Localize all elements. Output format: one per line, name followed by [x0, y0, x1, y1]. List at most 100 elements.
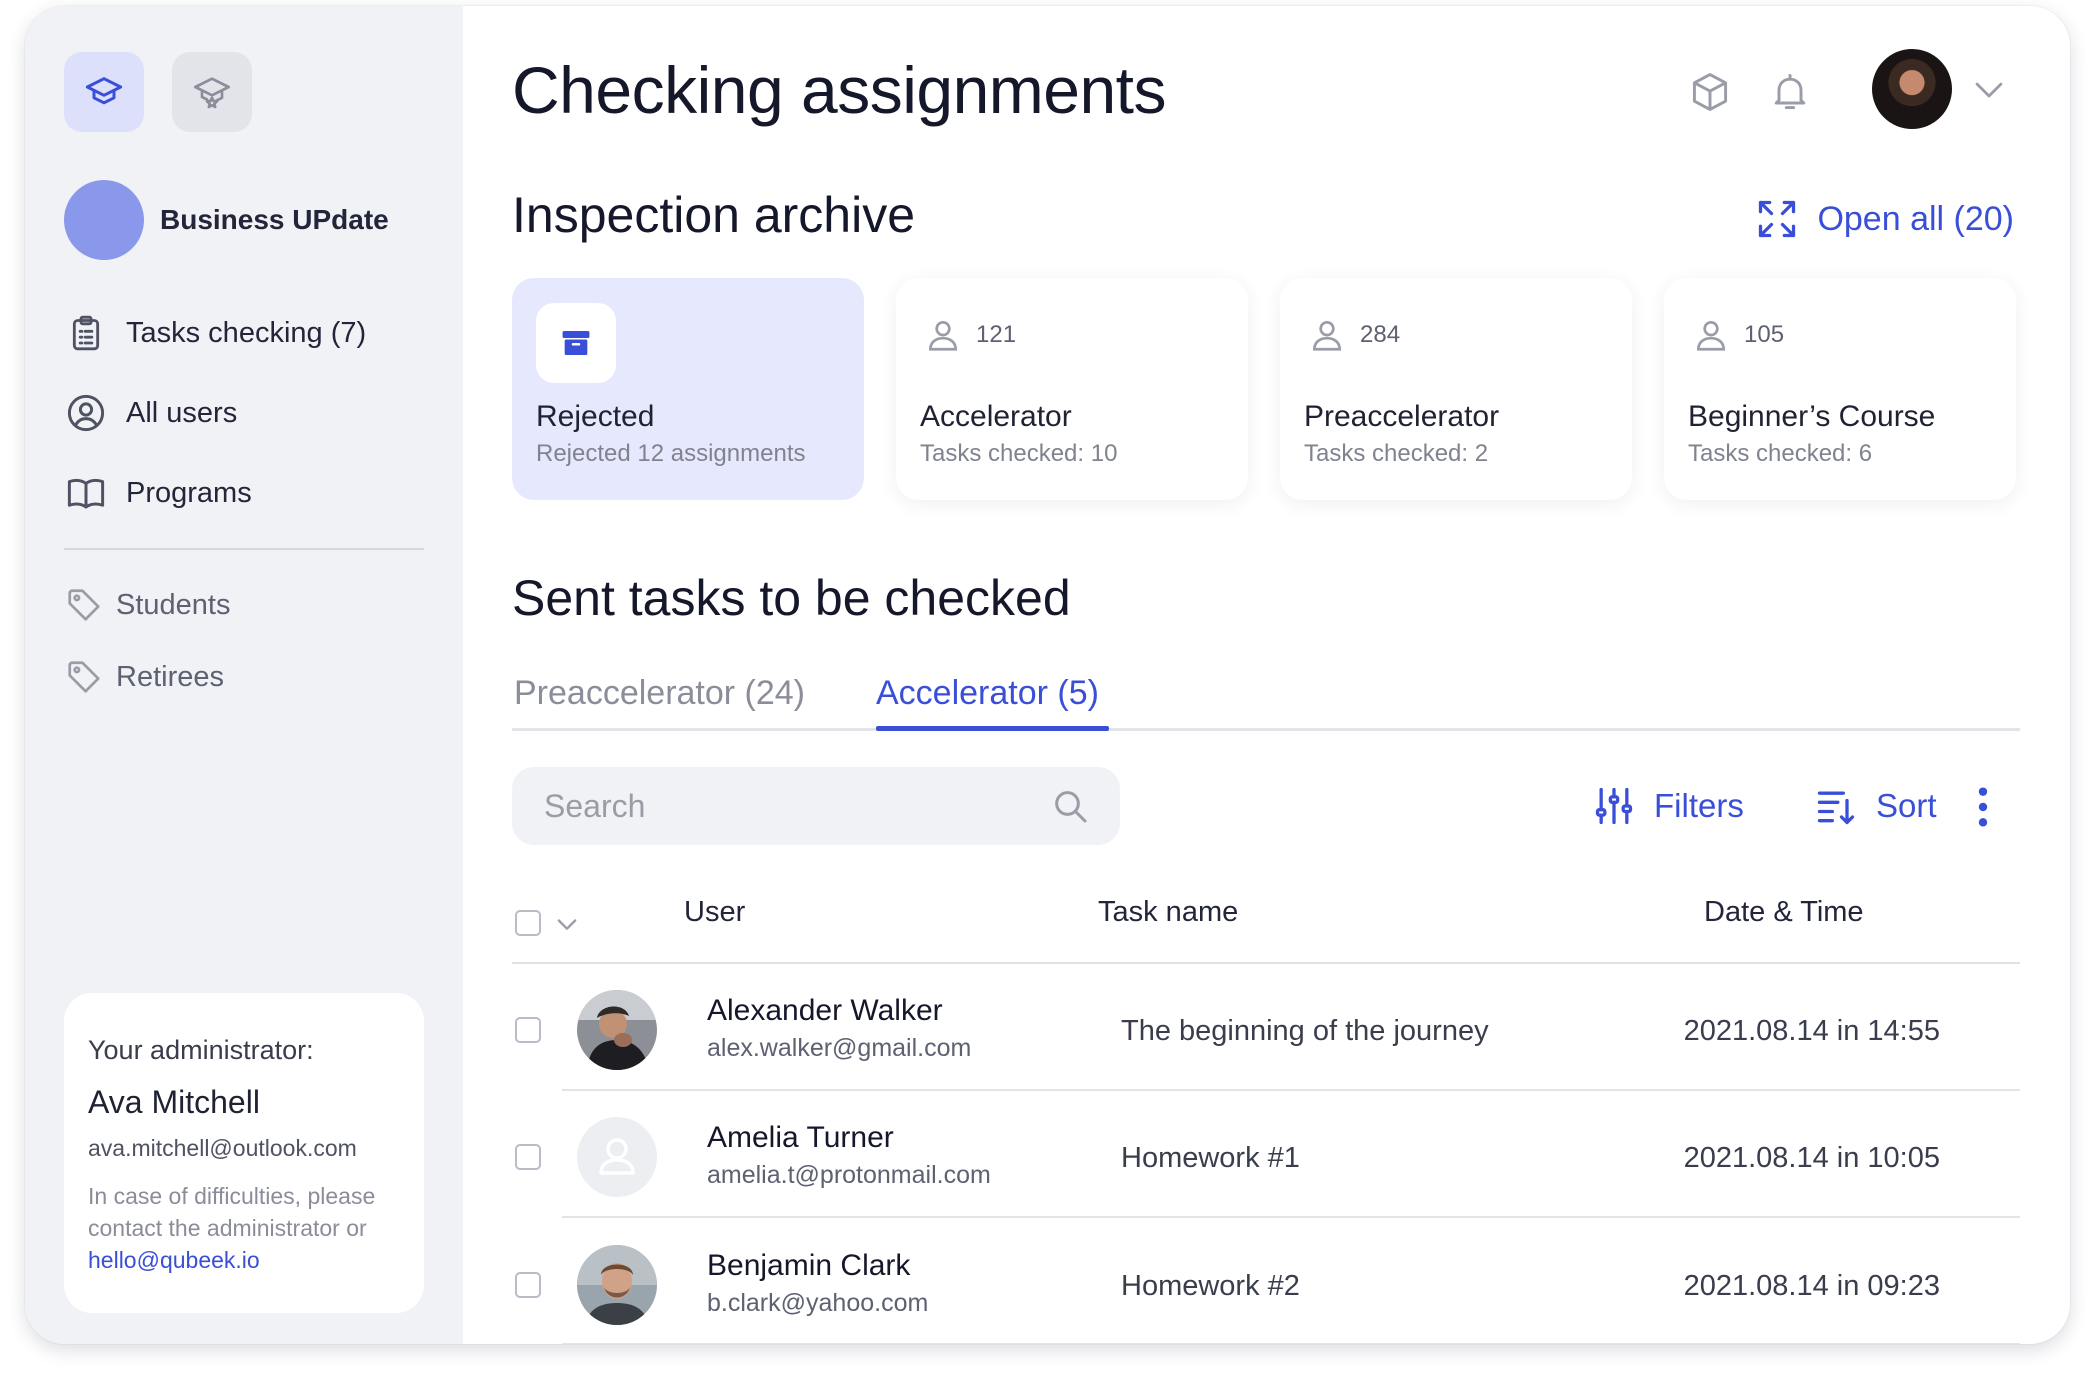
user-email: b.clark@yahoo.com: [707, 1289, 929, 1317]
avatar: [577, 1245, 657, 1325]
cube-icon[interactable]: [1686, 68, 1734, 116]
chevron-down-icon[interactable]: [1969, 72, 2009, 108]
date-time: 2021.08.14 in 14:55: [1683, 1015, 1940, 1047]
column-task-name[interactable]: Task name: [1098, 896, 1238, 929]
nav-label: Tasks checking (7): [126, 316, 367, 349]
book-icon: [64, 471, 108, 515]
card-subtitle: Rejected 12 assignments: [536, 440, 806, 467]
tag-icon: [64, 583, 104, 627]
admin-help-note: In case of difficulties, please contact …: [88, 1183, 376, 1241]
user-name: Alexander Walker: [707, 994, 943, 1027]
card-title: Beginner’s Course: [1688, 400, 1936, 433]
open-all-button[interactable]: Open all (20): [1755, 197, 2014, 241]
card-count-value: 105: [1744, 321, 1785, 348]
search-input[interactable]: [542, 786, 1050, 826]
table-header-divider: [512, 962, 2020, 964]
card-subtitle: Tasks checked: 6: [1688, 440, 1873, 467]
archive-card-beginners-course[interactable]: 105 Beginner’s Course Tasks checked: 6: [1664, 278, 2016, 500]
tag-retirees[interactable]: Retirees: [64, 655, 224, 699]
archive-card-accelerator[interactable]: 121 Accelerator Tasks checked: 10: [896, 278, 1248, 500]
graduation-star-icon: [194, 77, 231, 109]
tab-accelerator[interactable]: Accelerator (5): [876, 674, 1099, 713]
graduation-cap-icon: [85, 77, 123, 105]
search-icon[interactable]: [1050, 786, 1090, 826]
column-date-time[interactable]: Date & Time: [1704, 896, 1864, 929]
tag-label: Students: [116, 588, 231, 621]
tab-preaccelerator[interactable]: Preaccelerator (24): [514, 674, 805, 713]
admin-name: Ava Mitchell: [88, 1084, 260, 1120]
admin-caption: Your administrator:: [88, 1035, 314, 1065]
user-email: alex.walker@gmail.com: [707, 1034, 972, 1062]
archive-card-preaccelerator[interactable]: 284 Preaccelerator Tasks checked: 2: [1280, 278, 1632, 500]
user-icon: [1696, 320, 1726, 351]
admin-email: ava.mitchell@outlook.com: [88, 1135, 357, 1161]
app-switch-achievements-button[interactable]: [172, 52, 252, 132]
sent-tasks-title: Sent tasks to be checked: [512, 570, 1071, 626]
tag-icon: [64, 655, 104, 699]
card-count-value: 121: [976, 321, 1017, 348]
user-name: Benjamin Clark: [707, 1249, 911, 1282]
sort-label: Sort: [1876, 787, 1937, 824]
archive-card-rejected[interactable]: Rejected Rejected 12 assignments: [512, 278, 864, 500]
nav-all-users[interactable]: All users: [64, 391, 237, 435]
user-icon: [599, 1138, 635, 1175]
card-title: Rejected: [536, 400, 655, 433]
column-user[interactable]: User: [684, 896, 745, 929]
administrator-card: Your administrator: Ava Mitchell ava.mit…: [64, 993, 424, 1313]
task-name: The beginning of the journey: [1121, 1015, 1489, 1047]
avatar: [577, 990, 657, 1070]
date-time: 2021.08.14 in 09:23: [1683, 1270, 1940, 1302]
active-tab-indicator: [876, 726, 1109, 731]
card-title: Accelerator: [920, 400, 1072, 433]
user-email: amelia.t@protonmail.com: [707, 1161, 991, 1189]
row-checkbox[interactable]: [515, 1017, 541, 1043]
organization[interactable]: Business UPdate: [64, 180, 389, 260]
card-title: Preaccelerator: [1304, 400, 1500, 433]
archive-box-icon: [536, 303, 616, 383]
select-all-checkbox[interactable]: [515, 910, 541, 936]
app-switch-courses-button[interactable]: [64, 52, 144, 132]
table-row[interactable]: Alexander Walker alex.walker@gmail.com T…: [512, 968, 2020, 1094]
sort-button[interactable]: Sort: [1814, 784, 1937, 828]
row-divider: [562, 1216, 2020, 1218]
tabs-divider: [512, 728, 2020, 731]
sidebar: Business UPdate Tasks checking (7) All u…: [25, 6, 463, 1344]
nav-label: All users: [126, 396, 238, 429]
user-avatar[interactable]: [1872, 49, 1952, 129]
table-row[interactable]: Benjamin Clark b.clark@yahoo.com Homewor…: [512, 1223, 2020, 1344]
page-title: Checking assignments: [512, 53, 1167, 127]
clipboard-icon: [64, 311, 108, 355]
card-count: 284: [1308, 315, 1400, 355]
user-circle-icon: [64, 391, 108, 435]
card-count-value: 284: [1360, 321, 1401, 348]
user-icon: [928, 320, 958, 351]
tag-students[interactable]: Students: [64, 583, 230, 627]
bell-icon[interactable]: [1766, 68, 1814, 116]
open-all-label: Open all (20): [1817, 199, 2014, 238]
row-checkbox[interactable]: [515, 1272, 541, 1298]
user-name: Amelia Turner: [707, 1121, 894, 1154]
filters-button[interactable]: Filters: [1592, 784, 1744, 828]
sidebar-divider: [64, 548, 424, 550]
nav-tasks-checking[interactable]: Tasks checking (7): [64, 311, 366, 355]
row-checkbox[interactable]: [515, 1144, 541, 1170]
row-divider: [562, 1343, 2020, 1344]
table-row[interactable]: Amelia Turner amelia.t@protonmail.com Ho…: [512, 1095, 2020, 1221]
app-window: Business UPdate Tasks checking (7) All u…: [25, 6, 2070, 1344]
organization-avatar: [64, 180, 144, 260]
admin-contact-link[interactable]: hello@qubeek.io: [88, 1244, 400, 1276]
sliders-icon: [1595, 787, 1633, 825]
card-subtitle: Tasks checked: 10: [920, 440, 1118, 467]
expand-icon: [1759, 200, 1796, 238]
more-vertical-icon[interactable]: [1971, 784, 1995, 830]
avatar-placeholder: [577, 1117, 657, 1197]
filters-label: Filters: [1654, 787, 1744, 824]
nav-programs[interactable]: Programs: [64, 471, 252, 515]
table-header: User Task name Date & Time: [512, 886, 2020, 960]
chevron-down-icon[interactable]: [553, 910, 581, 938]
date-time: 2021.08.14 in 10:05: [1683, 1142, 1940, 1174]
tag-label: Retirees: [116, 660, 224, 693]
sort-icon: [1817, 791, 1855, 825]
card-subtitle: Tasks checked: 2: [1304, 440, 1489, 467]
archive-title: Inspection archive: [512, 187, 916, 243]
